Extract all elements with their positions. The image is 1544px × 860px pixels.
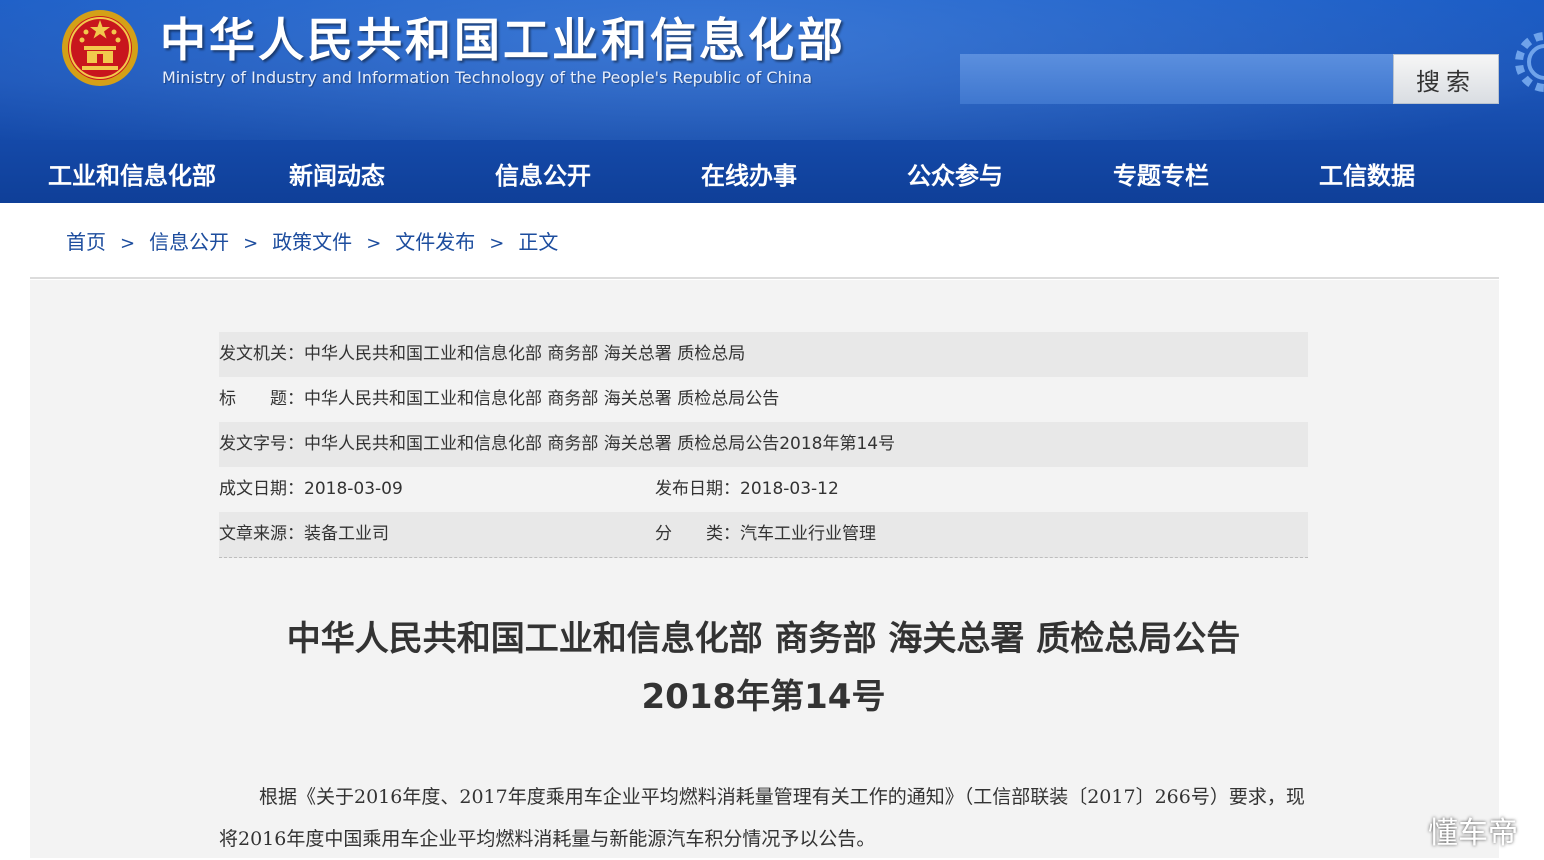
meta-published-date: 发布日期：2018-03-12 (655, 479, 839, 499)
document-title-line1: 中华人民共和国工业和信息化部 商务部 海关总署 质检总局公告 (286, 619, 1241, 659)
nav-item-data[interactable]: 工信数据 (1319, 156, 1415, 191)
nav-item-special-topics[interactable]: 专题专栏 (1113, 156, 1209, 191)
search-input[interactable] (960, 54, 1393, 104)
gear-icon (1515, 32, 1544, 92)
nav-item-news[interactable]: 新闻动态 (289, 156, 385, 191)
meta-row-issuer: 发文机关：中华人民共和国工业和信息化部 商务部 海关总署 质检总局 (219, 332, 1308, 377)
breadcrumb-separator: > (120, 233, 136, 254)
meta-category: 分 类：汽车工业行业管理 (655, 524, 876, 544)
meta-source: 文章来源：装备工业司 (219, 524, 389, 544)
document-title: 中华人民共和国工业和信息化部 商务部 海关总署 质检总局公告 2018年第14号 (219, 610, 1308, 726)
document-body: 根据《关于2016年度、2017年度乘用车企业平均燃料消耗量管理有关工作的通知》… (219, 776, 1308, 860)
nav-item-public-participation[interactable]: 公众参与 (907, 156, 1003, 191)
breadcrumb-info-disclosure[interactable]: 信息公开 (149, 230, 229, 254)
meta-row-doc-number: 发文字号：中华人民共和国工业和信息化部 商务部 海关总署 质检总局公告2018年… (219, 422, 1308, 467)
nav-item-info-disclosure[interactable]: 信息公开 (495, 156, 591, 191)
national-emblem-icon (62, 10, 138, 86)
meta-created-date: 成文日期：2018-03-09 (219, 479, 403, 499)
breadcrumb: 首页 > 信息公开 > 政策文件 > 文件发布 > 正文 (66, 226, 558, 256)
nav-item-online-services[interactable]: 在线办事 (701, 156, 797, 191)
site-header: 中华人民共和国工业和信息化部 Ministry of Industry and … (0, 0, 1544, 203)
site-subtitle: Ministry of Industry and Information Tec… (162, 68, 813, 87)
breadcrumb-separator: > (243, 233, 259, 254)
search-button[interactable]: 搜索 (1393, 54, 1499, 104)
site-title: 中华人民共和国工业和信息化部 (160, 13, 846, 67)
breadcrumb-separator: > (366, 233, 382, 254)
breadcrumb-policy-files[interactable]: 政策文件 (272, 230, 352, 254)
document-paragraph: 根据《关于2016年度、2017年度乘用车企业平均燃料消耗量管理有关工作的通知》… (219, 786, 1305, 850)
meta-title: 标 题：中华人民共和国工业和信息化部 商务部 海关总署 质检总局公告 (219, 389, 780, 409)
main-nav: 工业和信息化部 新闻动态 信息公开 在线办事 公众参与 专题专栏 工信数据 (0, 140, 1544, 203)
breadcrumb-file-release[interactable]: 文件发布 (395, 230, 475, 254)
meta-issuer: 发文机关：中华人民共和国工业和信息化部 商务部 海关总署 质检总局 (219, 344, 746, 364)
meta-row-title: 标 题：中华人民共和国工业和信息化部 商务部 海关总署 质检总局公告 (219, 377, 1308, 422)
document-title-line2: 2018年第14号 (641, 677, 886, 717)
document-meta-table: 发文机关：中华人民共和国工业和信息化部 商务部 海关总署 质检总局 标 题：中华… (219, 332, 1308, 558)
breadcrumb-home[interactable]: 首页 (66, 230, 106, 254)
nav-item-ministry[interactable]: 工业和信息化部 (48, 156, 216, 191)
meta-row-dates: 成文日期：2018-03-09 发布日期：2018-03-12 (219, 467, 1308, 512)
meta-row-source: 文章来源：装备工业司 分 类：汽车工业行业管理 (219, 512, 1308, 558)
meta-doc-number: 发文字号：中华人民共和国工业和信息化部 商务部 海关总署 质检总局公告2018年… (219, 434, 896, 454)
breadcrumb-separator: > (489, 233, 505, 254)
divider (30, 277, 1499, 279)
watermark: 懂车帝 (1428, 816, 1518, 851)
breadcrumb-current[interactable]: 正文 (518, 230, 558, 254)
